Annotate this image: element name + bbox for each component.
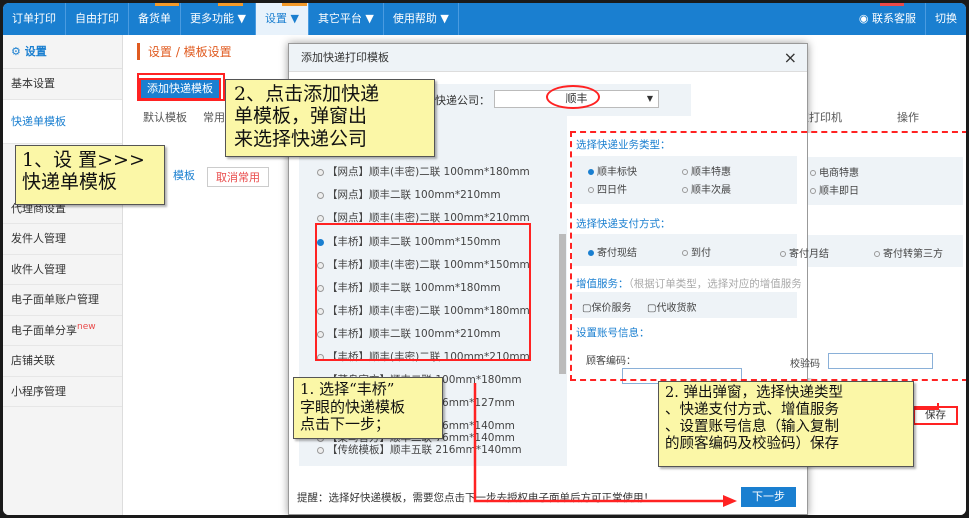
- arrow-line-save: [915, 403, 939, 410]
- callout-step2: 2、点击添加快递 单模板，弹窗出 来选择快递公司: [225, 79, 435, 157]
- callout-step1: 1、设 置>>> 快递单模板: [15, 145, 165, 205]
- callout-step3: 1. 选择“丰桥” 字眼的快递模板 点击下一步；: [293, 377, 443, 439]
- app-frame: 订单打印 自由打印 备货单new 更多功能 ▼new 设置 ▼new 其它平台 …: [3, 3, 966, 515]
- callout-step4: 2. 弹出弹窗，选择快递类型 、快递支付方式、增值服务 、设置账号信息（输入复制…: [658, 381, 914, 467]
- arrow-head: [723, 495, 737, 507]
